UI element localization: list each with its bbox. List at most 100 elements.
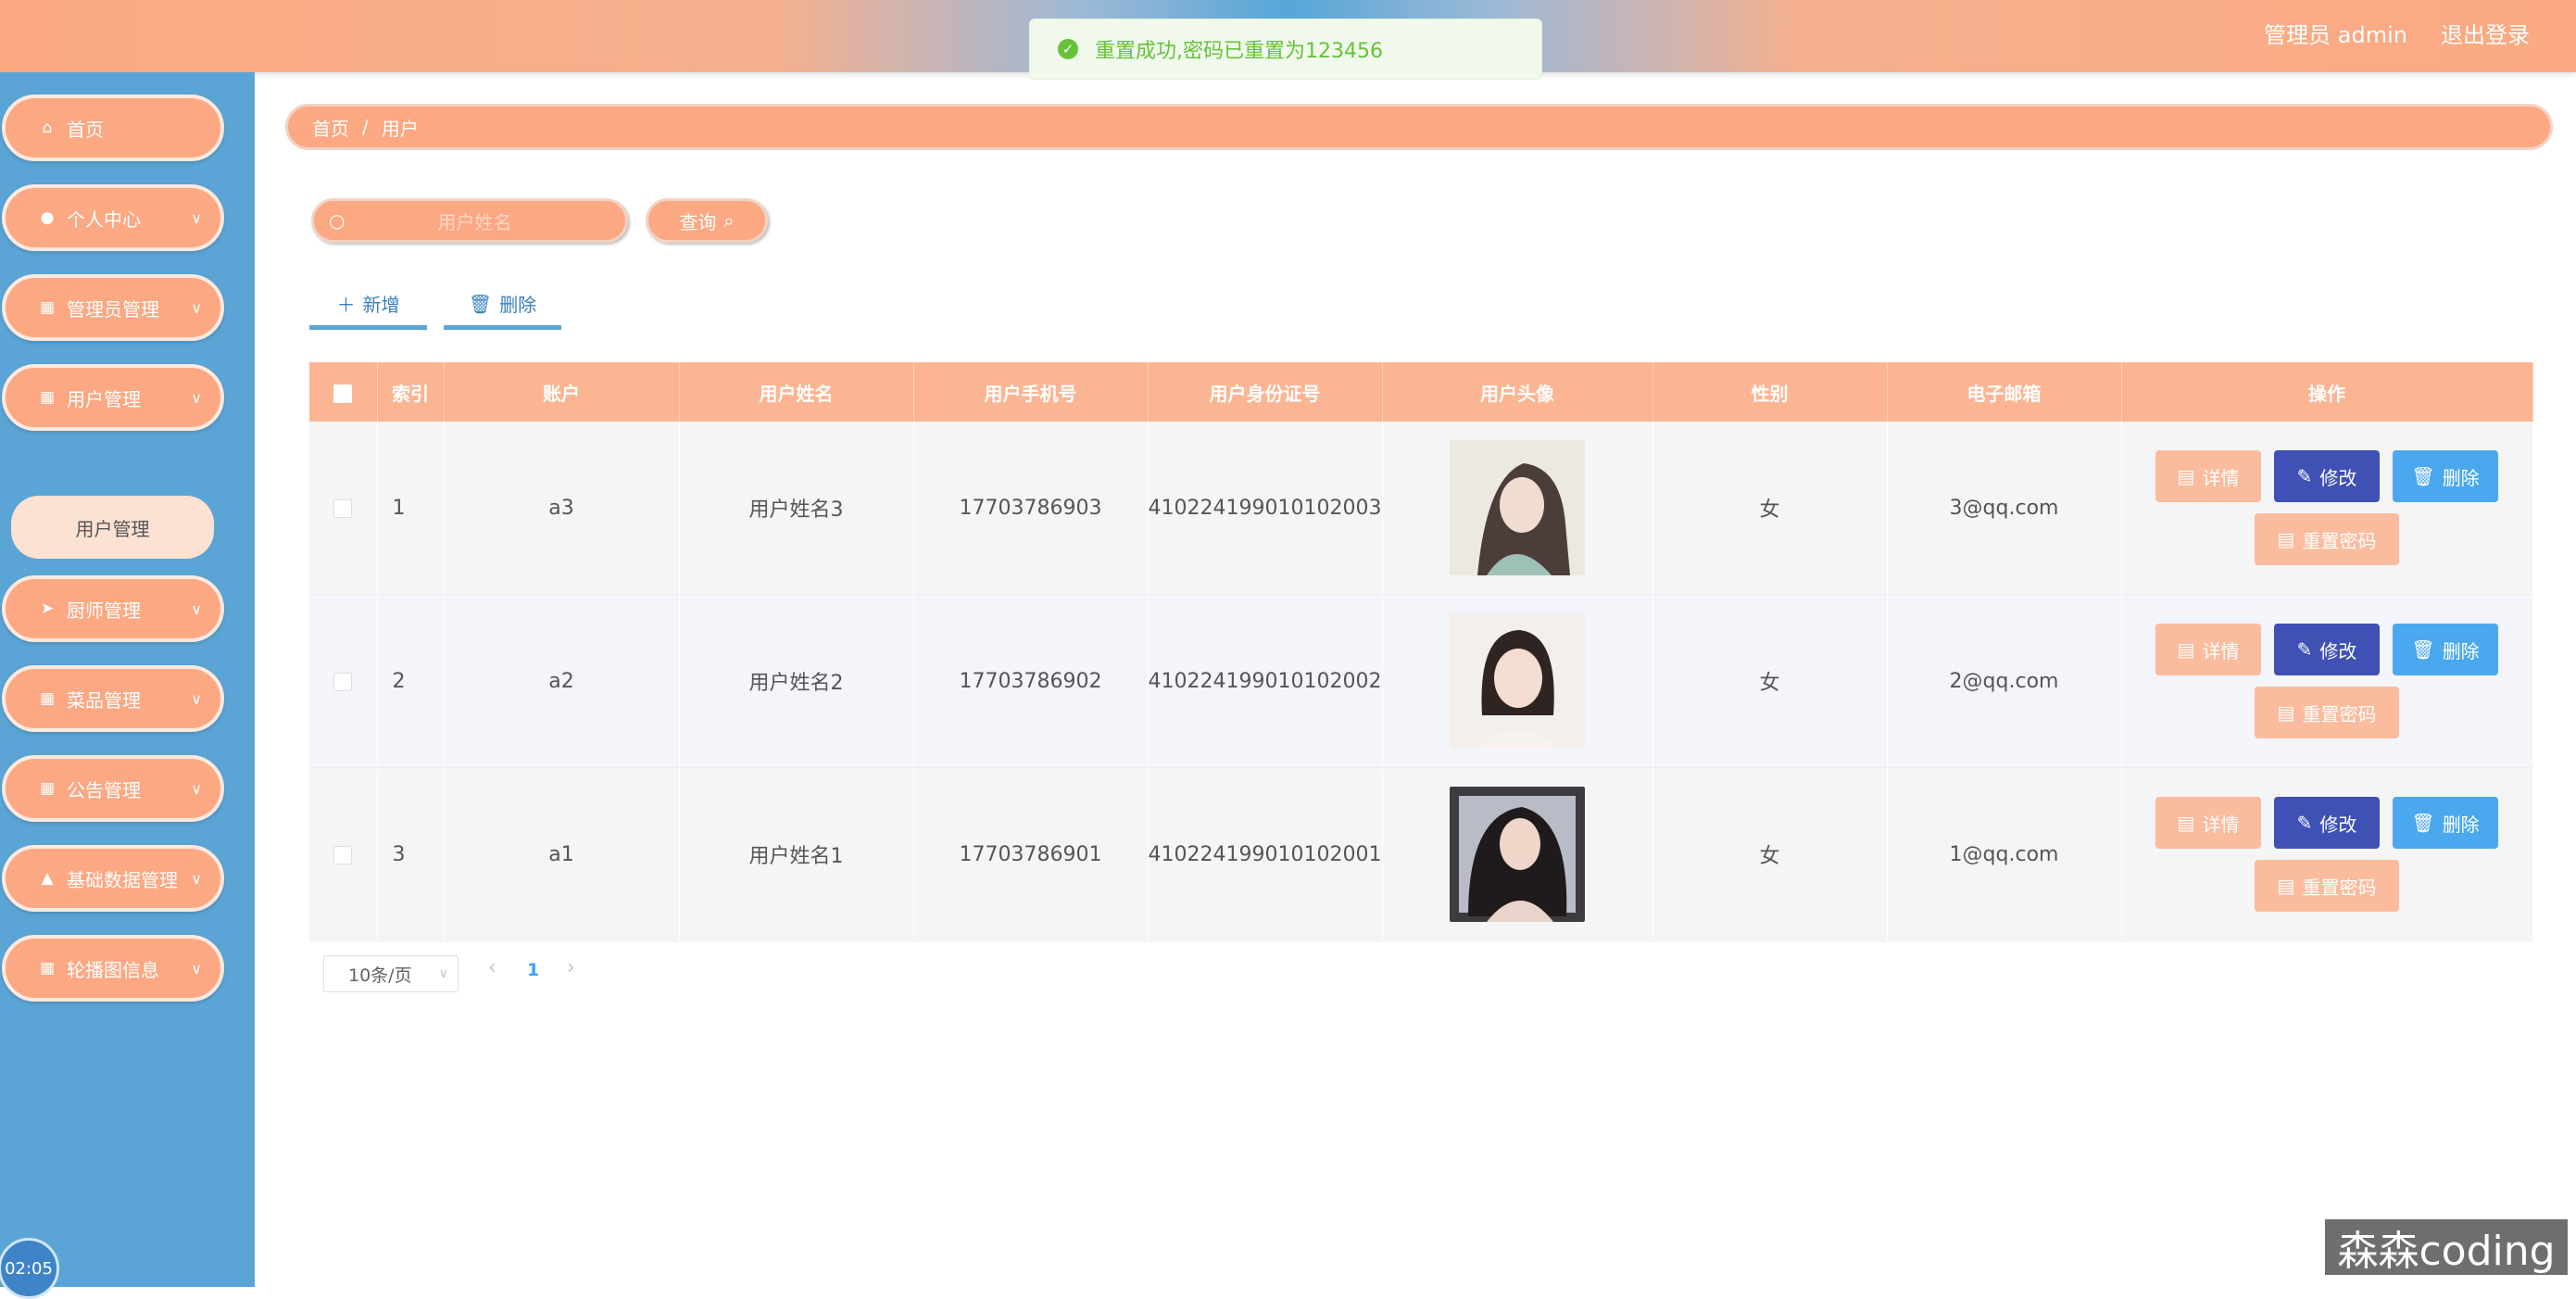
page-size-value: 10条/页 (348, 965, 412, 986)
column-header: 索引 (377, 362, 445, 422)
column-header: 用户头像 (1382, 362, 1653, 422)
cell-name: 用户姓名3 (679, 422, 914, 595)
cell-gender: 女 (1652, 594, 1888, 768)
plus-icon: ＋ (336, 294, 356, 316)
sidebar-item-label: 公告管理 (67, 778, 141, 801)
cell-operations: ▤ 详情 ✎ 修改 🗑 删除 ▤ 重置密码 (2121, 422, 2533, 595)
table-row: 3 a1 用户姓名1 17703786901 41022419901010200… (309, 767, 2533, 941)
search-icon: ⌕ (723, 209, 735, 232)
row-checkbox[interactable] (309, 767, 378, 941)
document-icon: ▤ (2277, 528, 2295, 550)
sidebar-item-label: 轮播图信息 (67, 958, 159, 981)
row-checkbox[interactable] (309, 594, 378, 768)
user-table: 索引 账户 用户姓名 用户手机号 用户身份证号 用户头像 性别 电子邮箱 操作 … (309, 362, 2533, 941)
sidebar-item-chef-management[interactable]: ➤ 厨师管理 ∨ (2, 575, 224, 642)
cell-index: 2 (377, 594, 445, 768)
reset-password-button[interactable]: ▤ 重置密码 (2255, 860, 2399, 912)
trash-icon: 🗑 (2411, 465, 2435, 487)
cell-avatar (1382, 422, 1653, 595)
pencil-icon: ✎ (2296, 812, 2313, 834)
grid-icon: ▦ (39, 959, 56, 977)
detail-label: 详情 (2202, 813, 2240, 836)
cell-email: 2@qq.com (1887, 594, 2122, 768)
delete-button[interactable]: 🗑 删除 (2393, 450, 2498, 502)
sidebar-item-home[interactable]: ⌂ 首页 (2, 95, 224, 161)
cell-operations: ▤ 详情 ✎ 修改 🗑 删除 ▤ 重置密码 (2121, 594, 2533, 768)
reset-password-button[interactable]: ▤ 重置密码 (2255, 513, 2399, 565)
sidebar-item-notice-management[interactable]: ▦ 公告管理 ∨ (2, 755, 224, 822)
delete-button-label: 删除 (499, 294, 537, 316)
search-input[interactable]: ○ 用户姓名 (311, 198, 628, 243)
current-page-number[interactable]: 1 (527, 960, 539, 980)
chevron-down-icon: ∨ (191, 599, 202, 618)
sidebar-item-label: 个人中心 (67, 208, 141, 231)
send-icon: ➤ (40, 599, 55, 618)
cell-operations: ▤ 详情 ✎ 修改 🗑 删除 ▤ 重置密码 (2121, 767, 2533, 941)
sidebar-item-user-management[interactable]: ▦ 用户管理 ∨ (2, 364, 224, 431)
cell-account: a3 (444, 422, 680, 595)
next-page-icon[interactable]: › (567, 956, 575, 979)
detail-label: 详情 (2202, 466, 2240, 489)
table-row: 1 a3 用户姓名3 17703786903 41022419901010200… (309, 422, 2533, 595)
chevron-down-icon: ∨ (191, 689, 202, 708)
sidebar-item-carousel[interactable]: ▦ 轮播图信息 ∨ (2, 935, 224, 1002)
breadcrumb-current: 用户 (381, 117, 419, 140)
cell-name: 用户姓名1 (679, 767, 914, 941)
reset-password-button[interactable]: ▤ 重置密码 (2255, 687, 2399, 738)
logout-link[interactable]: 退出登录 (2441, 17, 2530, 49)
user-avatar-image (1450, 787, 1585, 922)
prev-page-icon[interactable]: ‹ (488, 956, 496, 979)
chevron-down-icon: ∨ (191, 779, 202, 798)
document-icon: ▤ (2277, 701, 2295, 724)
chevron-down-icon: ∨ (191, 208, 202, 227)
success-toast: ✓ 重置成功,密码已重置为123456 (1029, 19, 1542, 80)
sidebar-item-dish-management[interactable]: ▦ 菜品管理 ∨ (2, 665, 224, 732)
column-header: 电子邮箱 (1887, 362, 2122, 422)
detail-button[interactable]: ▤ 详情 (2155, 797, 2261, 849)
cell-phone: 17703786903 (913, 422, 1149, 595)
delete-button[interactable]: 🗑 删除 (2393, 624, 2498, 675)
cell-avatar (1382, 767, 1653, 941)
select-all-checkbox[interactable] (309, 362, 378, 422)
sidebar-item-label: 菜品管理 (67, 688, 141, 712)
sidebar-item-label: 基础数据管理 (67, 868, 178, 891)
header-user-area: 管理员 admin 退出登录 (2264, 0, 2530, 65)
chevron-down-icon: ∨ (191, 388, 202, 407)
cell-id-card: 410224199010102003 (1148, 422, 1383, 595)
chevron-down-icon: ∨ (191, 959, 202, 977)
cell-phone: 17703786902 (913, 594, 1149, 768)
detail-button[interactable]: ▤ 详情 (2155, 450, 2261, 502)
column-header: 用户手机号 (913, 362, 1149, 422)
user-avatar-image (1450, 613, 1585, 749)
batch-delete-button[interactable]: 🗑 删除 (444, 282, 561, 330)
search-button[interactable]: 查询 ⌕ (646, 198, 768, 243)
row-checkbox[interactable] (309, 422, 378, 595)
edit-button[interactable]: ✎ 修改 (2274, 624, 2380, 675)
edit-button[interactable]: ✎ 修改 (2274, 797, 2380, 849)
grid-icon: ▦ (39, 689, 56, 708)
cell-account: a1 (444, 767, 680, 941)
delete-button[interactable]: 🗑 删除 (2393, 797, 2498, 849)
cell-index: 3 (377, 767, 445, 941)
sidebar-item-admin-management[interactable]: ▦ 管理员管理 ∨ (2, 274, 224, 341)
trash-icon: 🗑 (2411, 638, 2435, 661)
breadcrumb-home[interactable]: 首页 (312, 114, 349, 141)
edit-label: 修改 (2319, 639, 2357, 662)
sidebar-item-profile[interactable]: ● 个人中心 ∨ (2, 184, 224, 251)
document-icon: ▤ (2177, 812, 2195, 834)
page-size-select[interactable]: 10条/页 ∨ (323, 955, 459, 992)
reset-label: 重置密码 (2302, 876, 2377, 899)
search-button-label: 查询 (679, 210, 717, 233)
toast-message: 重置成功,密码已重置为123456 (1095, 40, 1383, 63)
detail-button[interactable]: ▤ 详情 (2155, 624, 2261, 675)
edit-button[interactable]: ✎ 修改 (2274, 450, 2380, 502)
admin-label: 管理员 admin (2264, 21, 2407, 48)
add-button[interactable]: ＋ 新增 (309, 282, 427, 330)
sidebar-item-base-data[interactable]: ▲ 基础数据管理 ∨ (2, 845, 224, 912)
delete-label: 删除 (2442, 813, 2480, 836)
sidebar-item-label: 厨师管理 (67, 599, 141, 622)
table-header-row: 索引 账户 用户姓名 用户手机号 用户身份证号 用户头像 性别 电子邮箱 操作 (309, 362, 2533, 422)
breadcrumb: 首页 / 用户 (285, 104, 2553, 150)
cell-phone: 17703786901 (913, 767, 1149, 941)
submenu-item-user-management[interactable]: 用户管理 (11, 496, 214, 559)
